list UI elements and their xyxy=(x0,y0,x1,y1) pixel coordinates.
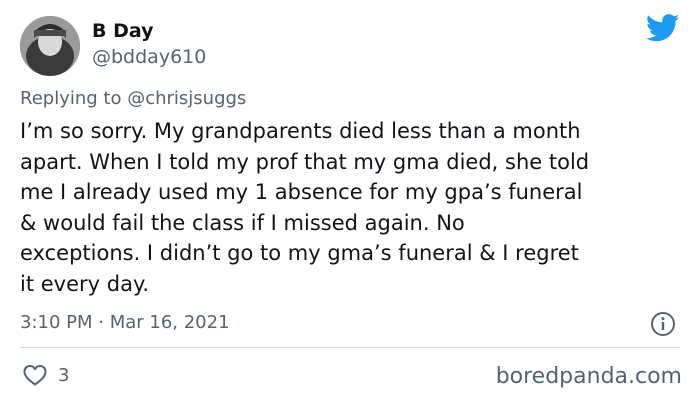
twitter-bird-icon[interactable] xyxy=(646,14,680,42)
watermark: boredpanda.com xyxy=(495,364,682,389)
tweet-timestamp[interactable]: 3:10 PM · Mar 16, 2021 xyxy=(20,312,230,333)
avatar-photo xyxy=(20,16,80,76)
author-handle[interactable]: @bdday610 xyxy=(92,46,206,68)
reply-mention-link[interactable]: @chrisjsuggs xyxy=(127,88,246,109)
author-display-name[interactable]: B Day xyxy=(92,20,154,42)
avatar[interactable] xyxy=(20,16,80,76)
like-count: 3 xyxy=(58,365,70,386)
heart-icon[interactable] xyxy=(22,363,48,387)
divider xyxy=(20,347,680,348)
tweet-text: I’m so sorry. My grandparents died less … xyxy=(20,119,590,296)
replying-to-line: Replying to @chrisjsuggs xyxy=(20,88,246,109)
replying-to-label: Replying to xyxy=(20,88,128,109)
info-icon[interactable] xyxy=(650,311,676,337)
